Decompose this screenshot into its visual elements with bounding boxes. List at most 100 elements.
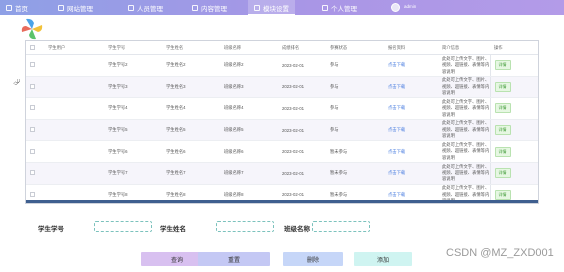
cell-student-name: 学生姓名5 bbox=[162, 119, 220, 142]
cell-class: 班级名称6 bbox=[220, 140, 278, 163]
nav-label: 网站管理 bbox=[67, 5, 93, 13]
table-row: 学生学号3 学生姓名3 班级名称3 2023-02-01 参与 点击下载 此处可… bbox=[26, 76, 538, 99]
student-no-label: 学生学号 bbox=[38, 226, 64, 233]
horizontal-scrollbar[interactable] bbox=[26, 200, 538, 203]
class-name-label: 班级名称 bbox=[284, 226, 310, 233]
content-icon bbox=[192, 4, 198, 11]
cell-user bbox=[44, 119, 104, 142]
student-no-input[interactable] bbox=[94, 221, 152, 232]
table-row: 学生学号5 学生姓名5 班级名称5 2023-02-01 参与 点击下载 此处可… bbox=[26, 119, 538, 142]
student-name-label: 学生姓名 bbox=[160, 226, 186, 233]
cursor-icon: ⮰ bbox=[13, 77, 21, 87]
column-header[interactable]: 学生用户 bbox=[44, 41, 104, 55]
cell-student-no: 学生学号7 bbox=[104, 162, 162, 185]
cell-student-no: 学生学号5 bbox=[104, 119, 162, 142]
detail-button[interactable]: 详情 bbox=[494, 189, 511, 200]
row-checkbox[interactable] bbox=[30, 105, 35, 111]
site-icon bbox=[58, 4, 64, 11]
row-checkbox[interactable] bbox=[30, 83, 35, 89]
cell-student-no: 学生学号3 bbox=[104, 76, 162, 99]
cell-user bbox=[44, 54, 104, 77]
download-link[interactable]: 点击下载 bbox=[388, 105, 405, 110]
download-link[interactable]: 点击下载 bbox=[388, 149, 405, 154]
nav-item-people[interactable]: 人员管理 bbox=[128, 0, 163, 15]
cell-date: 2023-02-01 bbox=[278, 97, 326, 120]
download-link[interactable]: 点击下载 bbox=[388, 62, 405, 67]
table-row: 学生学号4 学生姓名4 班级名称4 2023-02-01 参与 点击下载 此处可… bbox=[26, 97, 538, 120]
column-header[interactable]: 报名资料 bbox=[384, 41, 438, 55]
add-button[interactable]: 添加 bbox=[354, 252, 412, 266]
cell-student-name: 学生姓名4 bbox=[162, 97, 220, 120]
detail-button[interactable]: 详情 bbox=[494, 103, 511, 114]
cell-user bbox=[44, 76, 104, 99]
user-name[interactable]: admin bbox=[404, 4, 416, 9]
reset-button[interactable]: 重置 bbox=[198, 252, 270, 266]
cell-user bbox=[44, 97, 104, 120]
cell-date: 2023-02-01 bbox=[278, 119, 326, 142]
column-header[interactable]: 简介信息 bbox=[438, 41, 490, 55]
detail-button[interactable]: 详情 bbox=[494, 168, 511, 179]
cell-date: 2023-02-01 bbox=[278, 162, 326, 185]
nav-item-personal[interactable]: 个人管理 bbox=[322, 0, 357, 15]
nav-item-home[interactable]: 首页 bbox=[6, 0, 28, 15]
cell-student-name: 学生姓名2 bbox=[162, 54, 220, 77]
cell-status: 暂未参与 bbox=[326, 140, 384, 163]
table-row: 学生学号7 学生姓名7 班级名称7 2023-02-01 暂未参与 点击下载 此… bbox=[26, 162, 538, 185]
home-icon bbox=[6, 4, 12, 11]
cell-status: 参与 bbox=[326, 76, 384, 99]
detail-button[interactable]: 详情 bbox=[494, 125, 511, 136]
download-link[interactable]: 点击下载 bbox=[388, 170, 405, 175]
cell-student-name: 学生姓名3 bbox=[162, 76, 220, 99]
nav-item-site[interactable]: 网站管理 bbox=[58, 0, 93, 15]
cell-student-no: 学生学号4 bbox=[104, 97, 162, 120]
cell-intro: 此处可上传文字、图片、视频、超链接、表情等内容说明 bbox=[438, 97, 490, 120]
class-name-input[interactable] bbox=[312, 221, 370, 232]
table-header: 学生用户 学生学号 学生姓名 班级名称 成绩排名 参赛状态 报名资料 简介信息 … bbox=[26, 41, 538, 55]
download-link[interactable]: 点击下载 bbox=[388, 127, 405, 132]
cell-class: 班级名称5 bbox=[220, 119, 278, 142]
column-header[interactable]: 班级名称 bbox=[220, 41, 278, 55]
download-link[interactable]: 点击下载 bbox=[388, 84, 405, 89]
nav-label: 内容管理 bbox=[201, 5, 227, 13]
cell-student-name: 学生姓名7 bbox=[162, 162, 220, 185]
cell-class: 班级名称4 bbox=[220, 97, 278, 120]
row-checkbox[interactable] bbox=[30, 62, 35, 68]
student-name-input[interactable] bbox=[216, 221, 274, 232]
nav-item-module[interactable]: 模块设置 bbox=[248, 0, 295, 15]
cell-intro: 此处可上传文字、图片、视频、超链接、表情等内容说明 bbox=[438, 162, 490, 185]
cell-user bbox=[44, 162, 104, 185]
cell-status: 参与 bbox=[326, 54, 384, 77]
cell-class: 班级名称2 bbox=[220, 54, 278, 77]
cell-class: 班级名称7 bbox=[220, 162, 278, 185]
row-checkbox[interactable] bbox=[30, 191, 35, 197]
nav-label: 人员管理 bbox=[137, 5, 163, 13]
nav-item-content[interactable]: 内容管理 bbox=[192, 0, 227, 15]
column-header[interactable]: 参赛状态 bbox=[326, 41, 384, 55]
avatar[interactable] bbox=[391, 3, 400, 12]
detail-button[interactable]: 详情 bbox=[494, 146, 511, 157]
select-all-checkbox[interactable] bbox=[30, 44, 35, 50]
row-checkbox[interactable] bbox=[30, 148, 35, 154]
delete-button[interactable]: 删除 bbox=[283, 252, 343, 266]
row-checkbox[interactable] bbox=[30, 127, 35, 133]
people-icon bbox=[128, 4, 134, 11]
cell-intro: 此处可上传文字、图片、视频、超链接、表情等内容说明 bbox=[438, 119, 490, 142]
nav-label: 个人管理 bbox=[331, 5, 357, 13]
column-header[interactable]: 成绩排名 bbox=[278, 41, 326, 55]
row-checkbox[interactable] bbox=[30, 170, 35, 176]
detail-button[interactable]: 详情 bbox=[494, 81, 511, 92]
select-all-cell[interactable] bbox=[26, 41, 44, 55]
cell-class: 班级名称3 bbox=[220, 76, 278, 99]
nav-label: 首页 bbox=[15, 5, 28, 13]
column-header: 操作 bbox=[490, 41, 538, 55]
cell-intro: 此处可上传文字、图片、视频、超链接、表情等内容说明 bbox=[438, 140, 490, 163]
cell-date: 2023-02-01 bbox=[278, 76, 326, 99]
module-icon bbox=[254, 4, 260, 11]
detail-button[interactable]: 详情 bbox=[494, 60, 511, 71]
table-row: 学生学号2 学生姓名2 班级名称2 2023-02-01 参与 点击下载 此处可… bbox=[26, 54, 538, 77]
download-link[interactable]: 点击下载 bbox=[388, 192, 405, 197]
pinwheel-logo bbox=[21, 18, 43, 40]
cell-student-name: 学生姓名6 bbox=[162, 140, 220, 163]
column-header[interactable]: 学生姓名 bbox=[162, 41, 220, 55]
column-header[interactable]: 学生学号 bbox=[104, 41, 162, 55]
